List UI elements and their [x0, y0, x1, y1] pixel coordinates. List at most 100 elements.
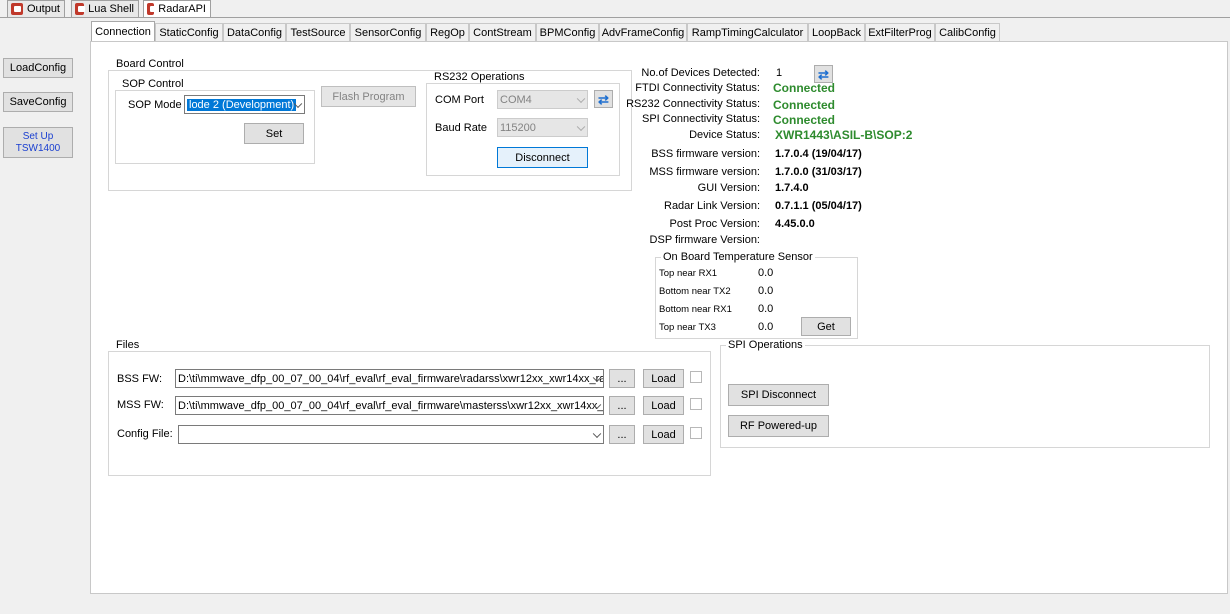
mss-version-label: MSS firmware version: [649, 166, 760, 178]
devices-detected-label: No.of Devices Detected: [641, 67, 760, 79]
refresh-icon: ⇄ [598, 91, 609, 107]
files-title: Files [114, 339, 142, 351]
radarapi-icon [147, 3, 158, 15]
board-control-title: Board Control [114, 58, 186, 70]
setup-tsw1400-button[interactable]: Set Up TSW1400 [3, 127, 73, 158]
chevron-down-icon [576, 122, 586, 131]
rs232-status-label: RS232 Connectivity Status: [626, 98, 760, 110]
chevron-down-icon [592, 429, 602, 438]
com-port-value: COM4 [500, 93, 532, 106]
bss-version-value: 1.7.0.4 (19/04/17) [775, 148, 862, 160]
baud-rate-label: Baud Rate [435, 122, 487, 134]
bss-browse-button[interactable]: ... [609, 369, 635, 388]
spi-operations-title: SPI Operations [726, 339, 805, 351]
bss-load-button[interactable]: Load [643, 369, 684, 388]
output-icon [11, 3, 23, 15]
tab-calib-config[interactable]: CalibConfig [935, 23, 1000, 41]
config-file-path-select[interactable] [178, 425, 604, 444]
temp-row-value: 0.0 [758, 285, 774, 297]
config-load-checkbox[interactable] [690, 427, 702, 439]
mss-version-value: 1.7.0.0 (31/03/17) [775, 166, 862, 178]
radarlink-version-value: 0.7.1.1 (05/04/17) [775, 200, 862, 212]
bss-version-label: BSS firmware version: [651, 148, 760, 160]
tab-loop-back[interactable]: LoopBack [808, 23, 865, 41]
tab-bpm-config[interactable]: BPMConfig [536, 23, 599, 41]
tab-ramp-timing-calculator[interactable]: RampTimingCalculator [687, 23, 808, 41]
spi-disconnect-button[interactable]: SPI Disconnect [728, 384, 829, 406]
rf-powered-up-button[interactable]: RF Powered-up [728, 415, 829, 437]
doc-tab-label: Output [26, 3, 60, 15]
dsp-version-label: DSP firmware Version: [649, 234, 760, 246]
doc-tab-output[interactable]: Output [7, 0, 65, 17]
tab-cont-stream[interactable]: ContStream [469, 23, 536, 41]
refresh-icon: ⇄ [818, 66, 829, 82]
sop-mode-select[interactable]: lode 2 (Development) [184, 95, 305, 114]
mss-load-checkbox[interactable] [690, 398, 702, 410]
temp-get-button[interactable]: Get [801, 317, 851, 336]
tab-data-config[interactable]: DataConfig [223, 23, 286, 41]
temp-row-label: Bottom near RX1 [659, 304, 732, 315]
ftdi-status-label: FTDI Connectivity Status: [635, 82, 760, 94]
tab-test-source[interactable]: TestSource [286, 23, 350, 41]
tab-adv-frame-config[interactable]: AdvFrameConfig [599, 23, 687, 41]
bss-load-checkbox[interactable] [690, 371, 702, 383]
flash-program-button[interactable]: Flash Program [321, 86, 416, 107]
com-port-select[interactable]: COM4 [497, 90, 588, 109]
sop-set-button[interactable]: Set [244, 123, 304, 144]
tab-sensor-config[interactable]: SensorConfig [350, 23, 426, 41]
postproc-version-label: Post Proc Version: [669, 218, 761, 230]
save-config-button[interactable]: SaveConfig [3, 92, 73, 112]
temp-row-value: 0.0 [758, 321, 774, 333]
temp-row-label: Bottom near TX2 [659, 286, 731, 297]
load-config-button[interactable]: LoadConfig [3, 58, 73, 78]
chevron-down-icon [576, 94, 586, 103]
rs232-title: RS232 Operations [432, 71, 527, 83]
temp-row-value: 0.0 [758, 303, 774, 315]
mss-fw-path-select[interactable]: D:\ti\mmwave_dfp_00_07_00_04\rf_eval\rf_… [175, 396, 604, 415]
setup-line1: Set Up [22, 131, 54, 142]
temp-row-value: 0.0 [758, 267, 774, 279]
mss-browse-button[interactable]: ... [609, 396, 635, 415]
devices-detected-value: 1 [776, 67, 783, 79]
doc-tab-label: Lua Shell [88, 3, 134, 15]
lua-shell-icon [75, 3, 86, 15]
doc-tab-lua-shell[interactable]: Lua Shell [71, 0, 139, 17]
bss-fw-label: BSS FW: [117, 373, 163, 385]
com-refresh-button[interactable]: ⇄ [594, 90, 613, 108]
tab-ext-filter-prog[interactable]: ExtFilterProg [865, 23, 935, 41]
gui-version-value: 1.7.4.0 [775, 182, 809, 194]
config-browse-button[interactable]: ... [609, 425, 635, 444]
config-file-label: Config File: [117, 428, 173, 440]
tab-reg-op[interactable]: RegOp [426, 23, 469, 41]
postproc-version-value: 4.45.0.0 [775, 218, 815, 230]
temperature-title: On Board Temperature Sensor [661, 251, 815, 263]
mss-fw-path: D:\ti\mmwave_dfp_00_07_00_04\rf_eval\rf_… [178, 399, 604, 412]
device-status-label: Device Status: [689, 129, 760, 141]
config-load-button[interactable]: Load [643, 425, 684, 444]
radarlink-version-label: Radar Link Version: [664, 200, 760, 212]
tab-connection[interactable]: Connection [91, 21, 155, 42]
baud-rate-value: 115200 [500, 121, 536, 134]
ftdi-status-value: Connected [773, 81, 836, 95]
temp-row-label: Top near RX1 [659, 268, 718, 279]
doc-tab-divider [0, 17, 1230, 18]
com-port-label: COM Port [435, 94, 484, 106]
bss-fw-path-select[interactable]: D:\ti\mmwave_dfp_00_07_00_04\rf_eval\rf_… [175, 369, 604, 388]
setup-line2: TSW1400 [15, 143, 61, 154]
bss-fw-path: D:\ti\mmwave_dfp_00_07_00_04\rf_eval\rf_… [178, 372, 604, 385]
doc-tab-radarapi[interactable]: RadarAPI [143, 0, 211, 17]
gui-version-label: GUI Version: [697, 182, 760, 194]
sop-control-title: SOP Control [120, 78, 186, 90]
baud-rate-select[interactable]: 115200 [497, 118, 588, 137]
sop-mode-label: SOP Mode [128, 99, 182, 111]
rs232-disconnect-button[interactable]: Disconnect [497, 147, 588, 168]
spi-status-value: Connected [773, 113, 836, 127]
mss-fw-label: MSS FW: [117, 399, 164, 411]
mss-load-button[interactable]: Load [643, 396, 684, 415]
doc-tab-label: RadarAPI [158, 3, 206, 15]
temp-row-label: Top near TX3 [659, 322, 716, 333]
device-status-value: XWR1443\ASIL-B\SOP:2 [775, 128, 913, 142]
tab-static-config[interactable]: StaticConfig [155, 23, 223, 41]
spi-status-label: SPI Connectivity Status: [642, 113, 760, 125]
sop-mode-value: lode 2 (Development) [187, 98, 297, 111]
